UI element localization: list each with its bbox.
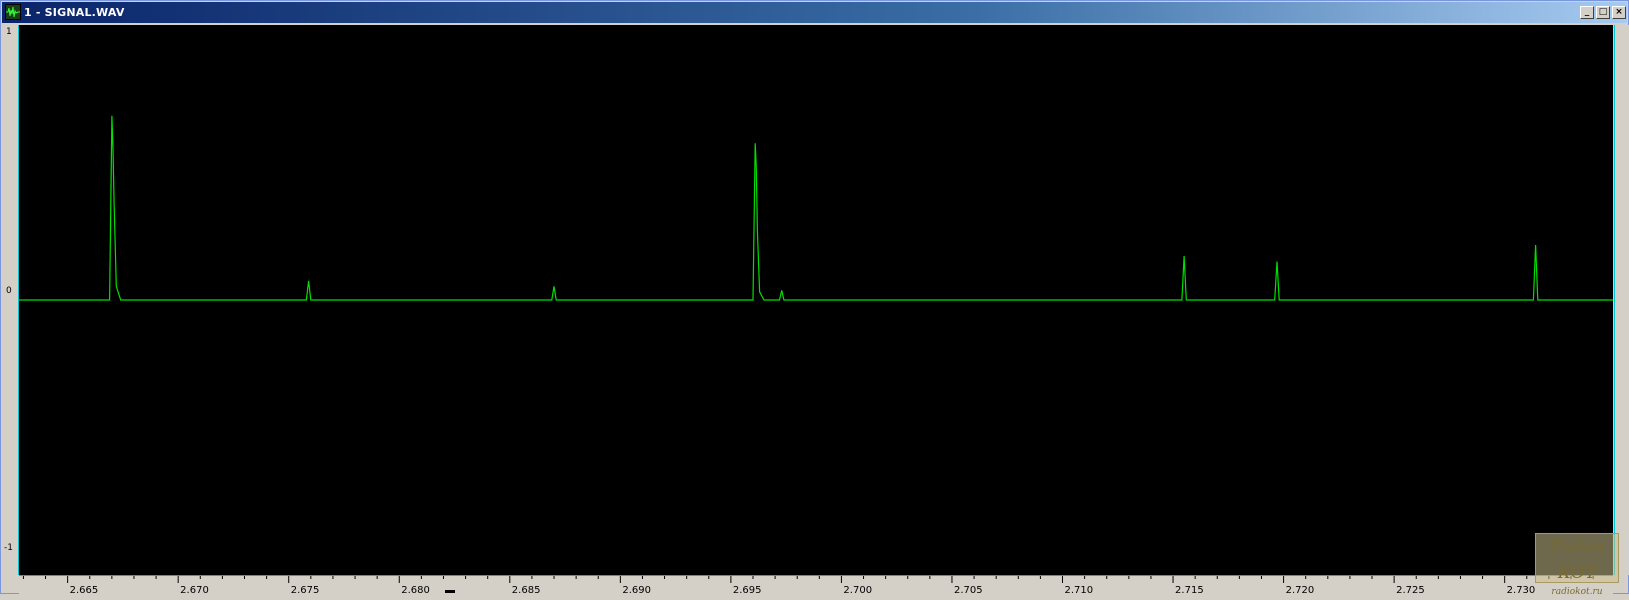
signal-window: 1 - SIGNAL.WAV _ □ × 1 0 -1 2.665 2.670 2.…: [0, 0, 1629, 597]
y-axis-label-bottom: -1: [4, 543, 13, 553]
watermark-logo: Радио КОТ radiokot.ru: [1535, 533, 1619, 597]
minimize-button[interactable]: _: [1580, 6, 1594, 19]
watermark-sub-text: radiokot.ru: [1551, 587, 1603, 597]
window-title: 1 - SIGNAL.WAV: [24, 6, 125, 19]
y-axis: 1 0 -1: [2, 25, 19, 575]
x-axis-svg: 2.665 2.670 2.675 2.680 2.685 2.690 2.695 2.700…: [22, 576, 1594, 596]
title-bar[interactable]: 1 - SIGNAL.WAV _ □ ×: [2, 2, 1627, 23]
watermark-main-text: Радио КОТ: [1550, 537, 1604, 583]
y-axis-label-mid: 0: [6, 286, 12, 296]
maximize-button[interactable]: □: [1596, 6, 1610, 19]
waveform-plot[interactable]: [19, 25, 1613, 575]
y-axis-label-top: 1: [6, 27, 12, 37]
x-axis[interactable]: 2.665 2.670 2.675 2.680 2.685 2.690 2.695 2.700…: [19, 575, 1613, 596]
waveform-icon[interactable]: [5, 4, 21, 20]
close-button[interactable]: ×: [1612, 6, 1626, 19]
waveform-icon-glyph: [6, 6, 20, 18]
scroll-position-marker[interactable]: [445, 590, 455, 593]
waveform-svg[interactable]: [19, 25, 1613, 575]
right-scroll-strip[interactable]: [1614, 25, 1629, 575]
waveform-line: [19, 115, 1613, 301]
